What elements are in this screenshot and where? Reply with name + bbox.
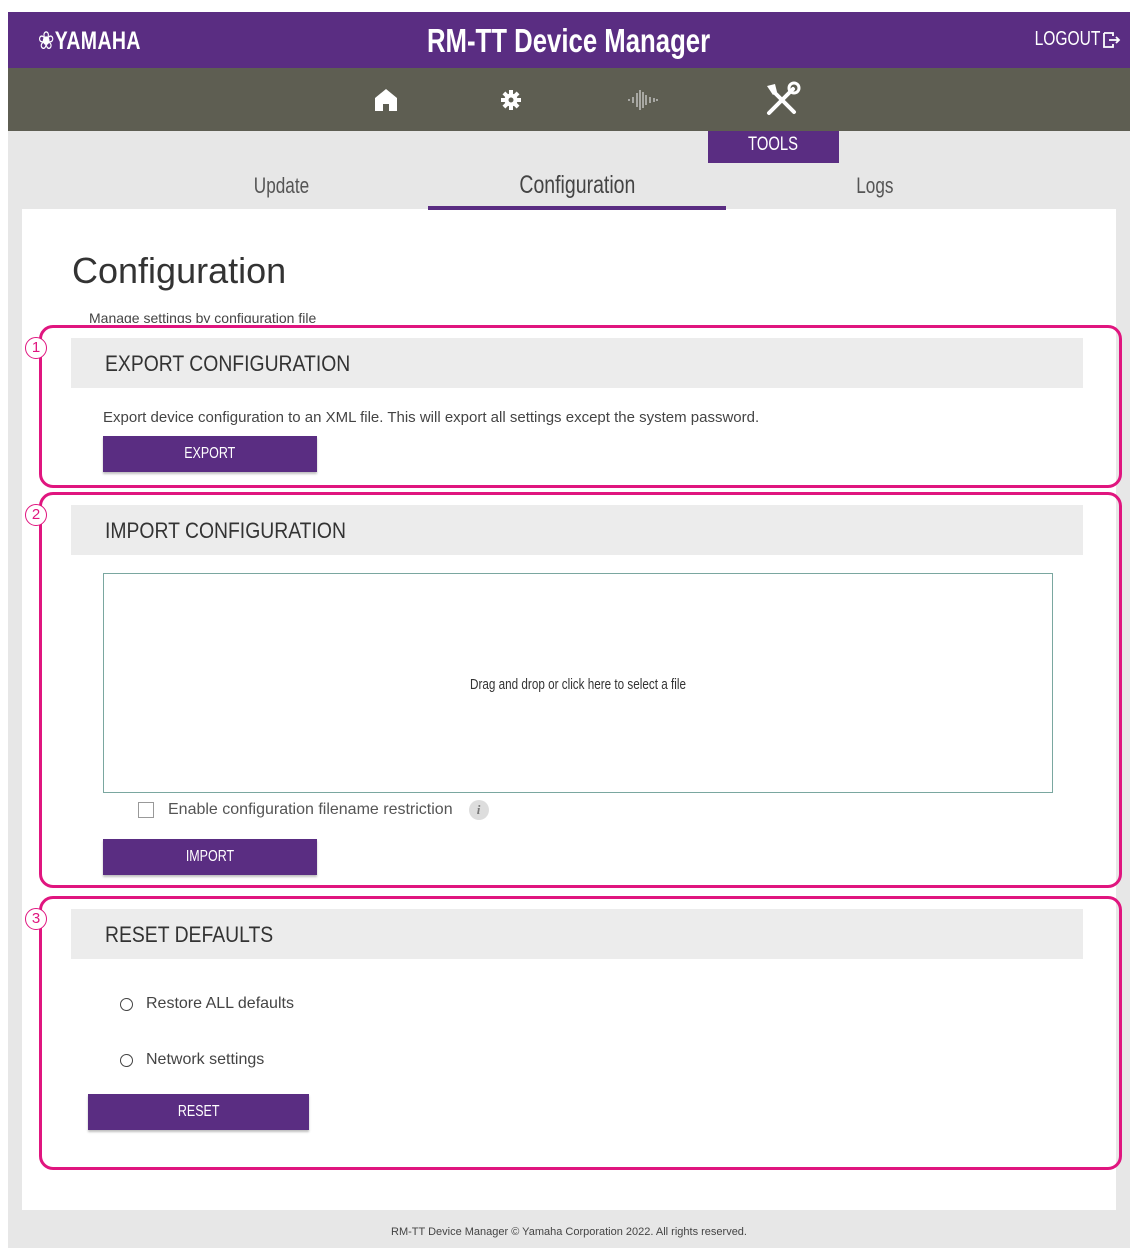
main-nav [8,68,1130,131]
tab-update[interactable]: Update [132,173,430,199]
logout-label: LOGOUT [1034,28,1100,50]
import-section-header: IMPORT CONFIGURATION [71,505,1083,555]
gear-icon[interactable] [481,68,541,131]
active-tab-indicator [428,206,726,210]
filename-restriction-row: Enable configuration filename restrictio… [138,800,489,820]
filename-restriction-label: Enable configuration filename restrictio… [168,801,453,818]
filename-restriction-checkbox[interactable] [138,802,154,818]
logout-button[interactable]: LOGOUT [1016,28,1122,51]
logout-icon [1103,31,1121,48]
radio-restore-all[interactable]: Restore ALL defaults [120,995,294,1013]
file-dropzone[interactable]: Drag and drop or click here to select a … [103,573,1053,793]
app-title: RM-TT Device Manager [427,22,711,59]
page-title: Configuration [72,250,287,291]
audio-waveform-icon[interactable] [613,68,673,131]
tools-icon[interactable] [752,68,812,131]
annotation-number-2: 2 [24,500,48,526]
sub-nav: Update Configuration Logs [8,131,1130,209]
radio-label: Network settings [146,1051,265,1068]
radio-button[interactable] [120,997,133,1011]
radio-label: Restore ALL defaults [146,995,294,1012]
left-margin [8,209,22,1210]
export-section-header: EXPORT CONFIGURATION [71,338,1083,388]
top-bar: ❀YAMAHA RM-TT Device Manager LOGOUT [8,12,1130,68]
page-subtitle: Manage settings by configuration file [89,310,317,323]
export-description: Export device configuration to an XML fi… [103,409,760,426]
radio-button[interactable] [120,1053,133,1067]
import-button[interactable]: IMPORT [103,839,317,875]
footer: RM-TT Device Manager © Yamaha Corporatio… [8,1210,1130,1248]
export-button[interactable]: EXPORT [103,436,317,472]
home-icon[interactable] [356,68,416,131]
reset-button[interactable]: RESET [88,1094,309,1130]
radio-network-settings[interactable]: Network settings [120,1051,264,1069]
tab-configuration[interactable]: Configuration [428,171,726,200]
reset-section-header: RESET DEFAULTS [71,909,1083,959]
active-nav-label: TOOLS [708,131,839,163]
tab-logs[interactable]: Logs [726,173,1024,199]
annotation-number-1: 1 [24,333,48,359]
info-icon[interactable]: i [468,800,489,820]
annotation-number-3: 3 [24,904,48,930]
footer-text: RM-TT Device Manager © Yamaha Corporatio… [391,1226,747,1238]
